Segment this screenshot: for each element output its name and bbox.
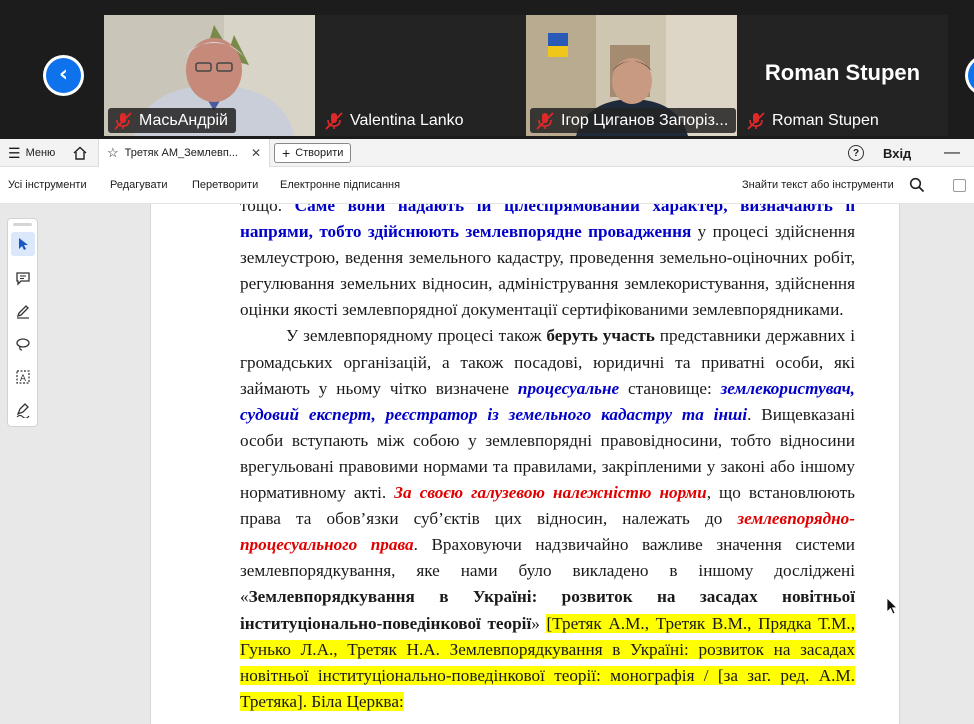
panel-grip[interactable] bbox=[13, 223, 32, 226]
participant-name-chip: МасьАндрій bbox=[108, 108, 236, 133]
text-box-icon: A bbox=[16, 370, 30, 384]
paragraph: тощо. Саме вони надають їй цілеспрямован… bbox=[240, 204, 855, 323]
video-conference-strip: ‹ МасьАндрій Valentina Lanko Ігор Цигано… bbox=[0, 0, 974, 139]
signature-pen-icon bbox=[16, 403, 30, 418]
lasso-tool-button[interactable] bbox=[11, 332, 35, 356]
hamburger-icon: ☰ bbox=[8, 144, 21, 161]
mic-muted-icon bbox=[536, 111, 554, 130]
text-run: тощо. bbox=[240, 204, 295, 215]
participant-tile[interactable]: Valentina Lanko bbox=[315, 15, 526, 136]
participant-tile[interactable]: МасьАндрій bbox=[104, 15, 315, 136]
menu-label: Меню bbox=[25, 147, 56, 159]
participant-name: Valentina Lanko bbox=[350, 112, 464, 129]
pen-icon bbox=[16, 305, 29, 319]
document-tab-title: Третяк АМ_Землевп... bbox=[124, 147, 238, 159]
participant-name: МасьАндрій bbox=[139, 112, 228, 129]
participant-display-name: Roman Stupen bbox=[764, 60, 921, 85]
select-tool-button[interactable] bbox=[11, 232, 35, 256]
reader-tab-bar: ☰ Меню ☆ Третяк АМ_Землевп... ✕ + Створи… bbox=[0, 139, 974, 167]
participant-name: Ігор Циганов Запоріз... bbox=[561, 112, 729, 129]
mic-muted-icon bbox=[325, 111, 343, 130]
pdf-page: тощо. Саме вони надають їй цілеспрямован… bbox=[150, 204, 900, 724]
home-icon bbox=[73, 146, 87, 160]
chevron-left-icon: ‹ bbox=[46, 58, 81, 93]
text-recognition-tool-button[interactable]: A bbox=[11, 365, 35, 389]
sign-tool-button[interactable] bbox=[11, 398, 35, 422]
text-run: » bbox=[531, 613, 547, 633]
minimize-icon[interactable]: — bbox=[944, 139, 960, 167]
previous-page-button[interactable]: ‹ bbox=[43, 55, 84, 96]
mic-muted-icon bbox=[747, 111, 765, 130]
chevron-right-icon: › bbox=[968, 58, 974, 93]
help-icon: ? bbox=[852, 147, 860, 159]
create-label: Створити bbox=[295, 147, 344, 159]
save-icon[interactable] bbox=[953, 179, 966, 192]
mic-muted-icon bbox=[114, 111, 132, 130]
tools-toolbar: Усі інструменти Редагувати Перетворити Е… bbox=[0, 167, 974, 204]
create-button[interactable]: + Створити bbox=[274, 143, 352, 163]
participant-name-chip: Ігор Циганов Запоріз... bbox=[530, 108, 737, 133]
text-run: У землевпорядному процесі також bbox=[286, 326, 547, 346]
plus-icon: + bbox=[282, 145, 291, 161]
red-emphasized-text: За своєю галузевою належністю норми bbox=[394, 483, 707, 503]
document-tab[interactable]: ☆ Третяк АМ_Землевп... ✕ bbox=[98, 139, 270, 167]
lasso-icon bbox=[16, 338, 30, 351]
mouse-pointer-icon bbox=[886, 597, 898, 615]
quick-tools-panel: A bbox=[7, 218, 38, 427]
cursor-arrow-icon bbox=[19, 238, 28, 250]
document-workspace: A тощо. Саме вони надають їй цілеспрямов… bbox=[0, 204, 974, 724]
svg-text:A: A bbox=[20, 374, 27, 384]
help-button[interactable]: ? bbox=[848, 145, 864, 161]
bold-text: беруть участь bbox=[546, 326, 655, 346]
home-button[interactable] bbox=[72, 139, 88, 167]
paragraph: У землевпорядному процесі також беруть у… bbox=[240, 323, 856, 714]
close-tab-icon[interactable]: ✕ bbox=[251, 146, 261, 160]
participant-tile[interactable]: Roman Stupen Roman Stupen bbox=[737, 15, 948, 136]
page-text-body[interactable]: тощо. Саме вони надають їй цілеспрямован… bbox=[240, 204, 856, 715]
emphasized-text: процесуальне bbox=[517, 378, 620, 398]
comment-icon bbox=[16, 272, 30, 286]
menu-button[interactable]: ☰ Меню bbox=[8, 139, 55, 167]
text-run: становище: bbox=[619, 378, 721, 398]
draw-tool-button[interactable] bbox=[11, 299, 35, 323]
star-icon[interactable]: ☆ bbox=[107, 145, 119, 161]
convert-tab[interactable]: Перетворити bbox=[192, 179, 258, 191]
comment-tool-button[interactable] bbox=[11, 266, 35, 290]
search-icon[interactable] bbox=[909, 177, 925, 193]
find-text-or-tools[interactable]: Знайти текст або інструменти bbox=[742, 179, 894, 191]
esign-tab[interactable]: Електронне підписання bbox=[280, 179, 400, 191]
next-page-button[interactable]: › bbox=[965, 55, 974, 96]
all-tools-tab[interactable]: Усі інструменти bbox=[8, 179, 87, 191]
participant-name-chip: Roman Stupen bbox=[741, 108, 887, 133]
participant-tile[interactable]: Ігор Циганов Запоріз... bbox=[526, 15, 737, 136]
participant-name-chip: Valentina Lanko bbox=[319, 108, 472, 133]
sign-in-button[interactable]: Вхід bbox=[883, 139, 911, 167]
edit-tab[interactable]: Редагувати bbox=[110, 179, 168, 191]
participant-name: Roman Stupen bbox=[772, 112, 879, 129]
